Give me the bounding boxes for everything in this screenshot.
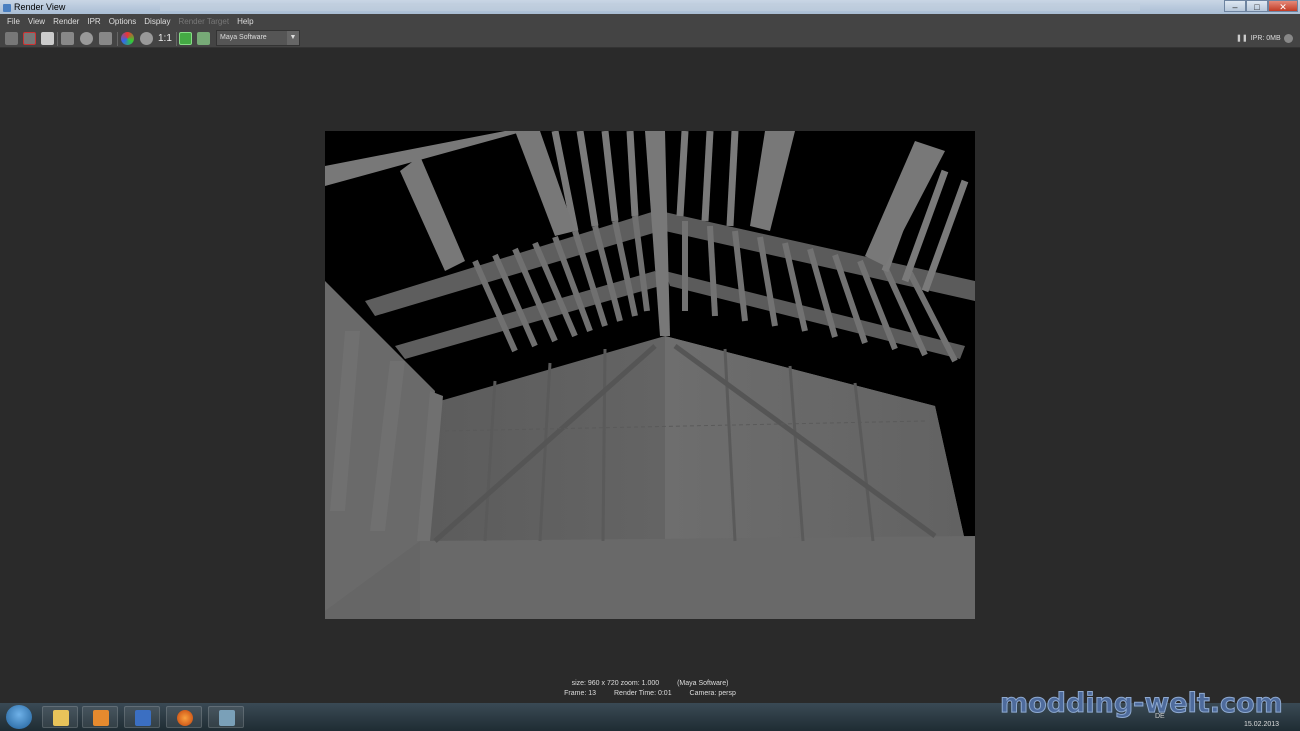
explorer-icon[interactable] <box>42 706 78 728</box>
menu-render-target[interactable]: Render Target <box>175 17 234 26</box>
menu-help[interactable]: Help <box>233 17 257 26</box>
real-size-icon[interactable]: 1:1 <box>158 33 172 44</box>
render-camera: Camera: persp <box>689 690 736 697</box>
maya-icon[interactable] <box>208 706 244 728</box>
title-bar-background <box>160 3 1140 11</box>
menu-options[interactable]: Options <box>105 17 141 26</box>
firefox-icon[interactable] <box>166 706 202 728</box>
clock-date[interactable]: 15.02.2013 <box>1244 721 1279 728</box>
renderer-select[interactable]: Maya Software ▼ <box>216 30 300 46</box>
maximize-button[interactable]: □ <box>1246 0 1268 12</box>
refresh-icon[interactable] <box>80 32 93 45</box>
minimize-button[interactable]: – <box>1224 0 1246 12</box>
layer-icon[interactable] <box>197 32 210 45</box>
menu-view[interactable]: View <box>24 17 49 26</box>
chevron-down-icon: ▼ <box>287 31 299 45</box>
ipr-memory: IPR: 0MB <box>1250 35 1281 42</box>
pause-icon[interactable]: ❚❚ <box>1236 35 1248 42</box>
renderer-select-value: Maya Software <box>220 34 267 41</box>
toolbar-separator <box>57 32 58 46</box>
rgb-channel-icon[interactable] <box>121 32 134 45</box>
menu-display[interactable]: Display <box>140 17 174 26</box>
menu-file[interactable]: File <box>3 17 24 26</box>
rendered-image <box>325 131 975 619</box>
language-indicator[interactable]: DE <box>1155 713 1165 720</box>
ipr-render-icon[interactable] <box>23 32 36 45</box>
toolbar: 1:1 <box>0 29 1300 48</box>
toolbar-separator <box>117 32 118 46</box>
toolbar-separator <box>176 32 177 46</box>
save-image-icon[interactable] <box>179 32 192 45</box>
start-button[interactable] <box>6 705 32 729</box>
redo-render-icon[interactable] <box>5 32 18 45</box>
menu-render[interactable]: Render <box>49 17 83 26</box>
snapshot-icon[interactable] <box>41 32 54 45</box>
menu-bar: File View Render IPR Options Display Ren… <box>0 14 1300 29</box>
status-indicator-icon <box>1284 34 1293 43</box>
window-title: Render View <box>0 2 65 12</box>
alpha-channel-icon[interactable] <box>140 32 153 45</box>
render-region-icon[interactable] <box>61 32 74 45</box>
keep-image-icon[interactable] <box>99 32 112 45</box>
paint-icon[interactable] <box>124 706 160 728</box>
render-info: size: 960 x 720 zoom: 1.000 (Maya Softwa… <box>480 679 820 699</box>
menu-ipr[interactable]: IPR <box>83 17 104 26</box>
title-bar: Render View <box>0 0 1300 14</box>
render-frame: Frame: 13 <box>564 690 597 697</box>
close-button[interactable]: ✕ <box>1268 0 1298 12</box>
render-renderer: (Maya Software) <box>677 680 729 687</box>
render-size: size: 960 x 720 zoom: 1.000 <box>571 680 660 687</box>
ipr-status: ❚❚ IPR: 0MB <box>1236 34 1281 42</box>
render-time: Render Time: 0:01 <box>614 690 672 697</box>
media-player-icon[interactable] <box>82 706 118 728</box>
rendered-scene <box>325 131 975 619</box>
watermark-logo: modding-welt.com <box>1000 688 1284 720</box>
